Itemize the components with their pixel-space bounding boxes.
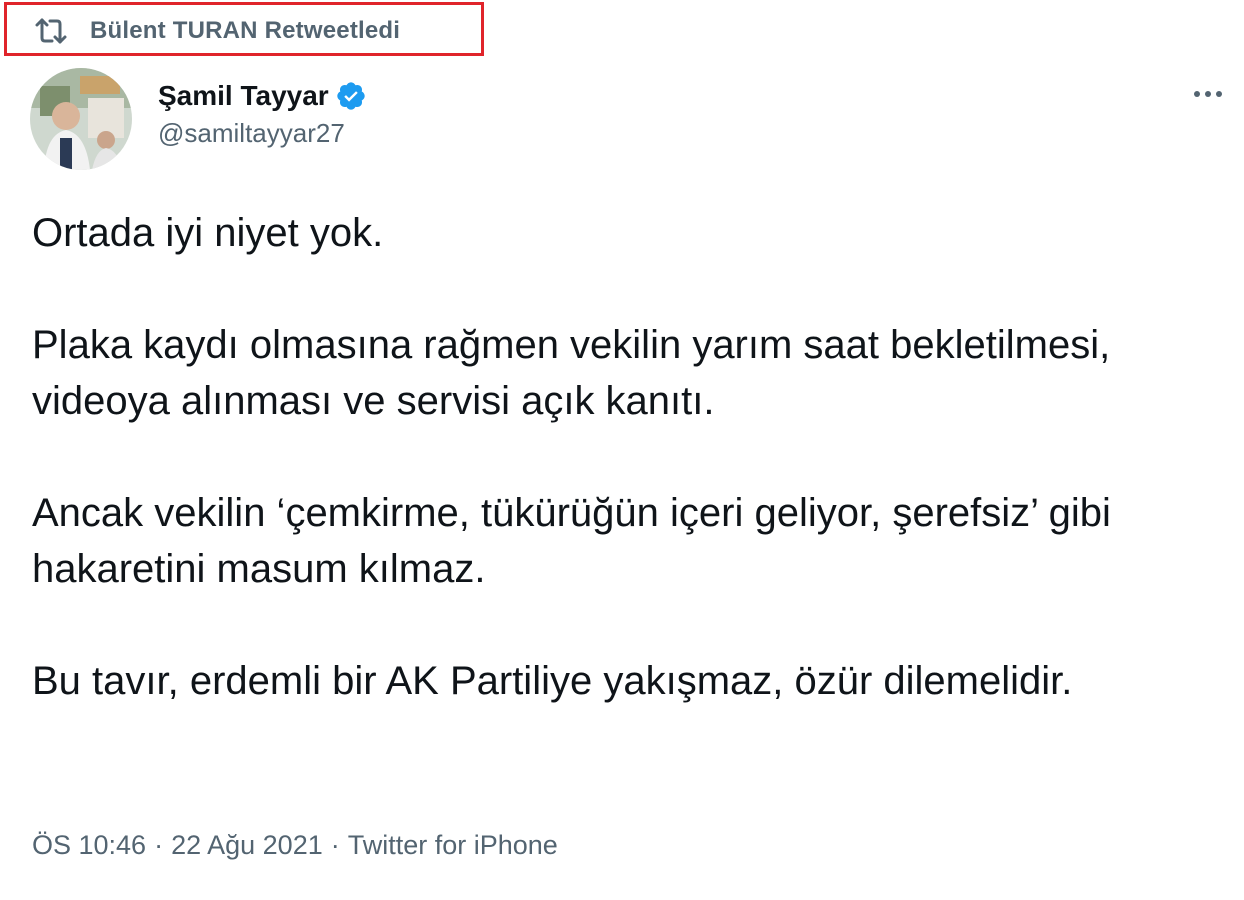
retweet-icon — [34, 16, 68, 46]
meta-separator: · — [330, 830, 340, 860]
tweet-paragraph: Ortada iyi niyet yok. — [32, 211, 384, 255]
tweet-paragraph: Bu tavır, erdemli bir AK Partiliye yakış… — [32, 659, 1073, 703]
meta-separator: · — [154, 830, 164, 860]
retweet-context[interactable]: Bülent TURAN Retweetledi — [34, 14, 400, 48]
tweet-date[interactable]: 22 Ağu 2021 — [171, 830, 323, 861]
tweet-paragraph: Ancak vekilin ‘çemkirme, tükürüğün içeri… — [32, 491, 1111, 591]
more-dots-icon — [1194, 91, 1222, 97]
tweet-time[interactable]: ÖS 10:46 — [32, 830, 146, 861]
tweet-paragraph: Plaka kaydı olmasına rağmen vekilin yarı… — [32, 323, 1111, 423]
avatar[interactable] — [30, 68, 132, 170]
author-name-row[interactable]: Şamil Tayyar — [158, 76, 367, 116]
verified-badge-icon — [335, 80, 367, 112]
tweet-source[interactable]: Twitter for iPhone — [348, 830, 558, 861]
more-options-button[interactable] — [1184, 74, 1232, 114]
author-handle[interactable]: @samiltayyar27 — [158, 118, 345, 149]
tweet-meta: ÖS 10:46 · 22 Ağu 2021 · Twitter for iPh… — [32, 830, 558, 861]
retweet-label: Bülent TURAN Retweetledi — [90, 17, 401, 44]
tweet-text: Ortada iyi niyet yok. Plaka kaydı olması… — [32, 205, 1212, 765]
author-name[interactable]: Şamil Tayyar — [158, 80, 329, 112]
